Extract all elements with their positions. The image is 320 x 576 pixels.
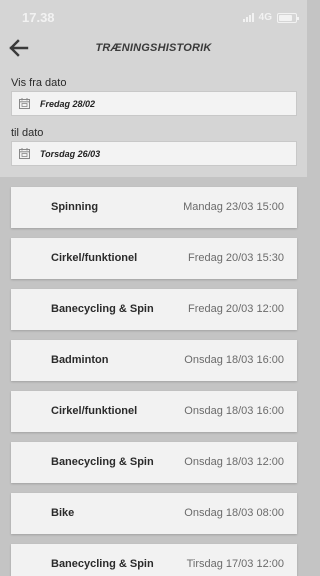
activity-datetime: Onsdag 18/03 08:00 <box>184 507 284 519</box>
history-row[interactable]: Banecycling & Spin Tirsdag 17/03 12:00 <box>11 544 297 576</box>
activity-name: Cirkel/funktionel <box>51 405 138 417</box>
activity-name: Banecycling & Spin <box>51 558 154 570</box>
network-type: 4G <box>258 12 272 23</box>
activity-name: Banecycling & Spin <box>51 303 154 315</box>
history-row[interactable]: Banecycling & Spin Fredag 20/03 12:00 <box>11 289 297 330</box>
history-row[interactable]: Badminton Onsdag 18/03 16:00 <box>11 340 297 381</box>
page-title: TRÆNINGSHISTORIK <box>95 42 212 54</box>
to-date-label: til dato <box>11 127 44 139</box>
history-row[interactable]: Cirkel/funktionel Onsdag 18/03 16:00 <box>11 391 297 432</box>
activity-datetime: Onsdag 18/03 16:00 <box>184 405 284 417</box>
history-row[interactable]: Bike Onsdag 18/03 08:00 <box>11 493 297 534</box>
status-icons: 4G <box>242 12 299 23</box>
signal-icon <box>242 13 254 22</box>
battery-icon <box>277 12 299 23</box>
status-time: 17.38 <box>22 10 55 25</box>
activity-name: Cirkel/funktionel <box>51 252 138 264</box>
from-date-label: Vis fra dato <box>11 77 67 89</box>
activity-name: Banecycling & Spin <box>51 456 154 468</box>
history-row[interactable]: Banecycling & Spin Onsdag 18/03 12:00 <box>11 442 297 483</box>
activity-datetime: Fredag 20/03 12:00 <box>187 303 284 315</box>
activity-datetime: Fredag 20/03 15:30 <box>187 252 284 264</box>
calendar-icon <box>19 148 30 159</box>
calendar-icon <box>19 98 30 109</box>
activity-name: Spinning <box>51 201 99 213</box>
to-date-value: Torsdag 26/03 <box>40 148 101 159</box>
activity-datetime: Tirsdag 17/03 12:00 <box>186 558 284 570</box>
history-row[interactable]: Spinning Mandag 23/03 15:00 <box>11 187 297 228</box>
from-date-field[interactable]: Fredag 28/02 <box>11 91 297 116</box>
history-list: Spinning Mandag 23/03 15:00 Cirkel/funkt… <box>0 177 307 576</box>
status-bar: 17.38 4G <box>0 0 307 34</box>
history-row[interactable]: Cirkel/funktionel Fredag 20/03 15:30 <box>11 238 297 279</box>
to-date-field[interactable]: Torsdag 26/03 <box>11 141 297 166</box>
activity-datetime: Onsdag 18/03 12:00 <box>184 456 284 468</box>
activity-datetime: Mandag 23/03 15:00 <box>183 201 284 213</box>
activity-name: Bike <box>51 507 75 519</box>
from-date-value: Fredag 28/02 <box>40 98 96 109</box>
activity-name: Badminton <box>51 354 109 366</box>
header-area: 17.38 4G TRÆNINGSHISTORIK Vis fra dato F… <box>0 0 307 177</box>
activity-datetime: Onsdag 18/03 16:00 <box>184 354 284 366</box>
